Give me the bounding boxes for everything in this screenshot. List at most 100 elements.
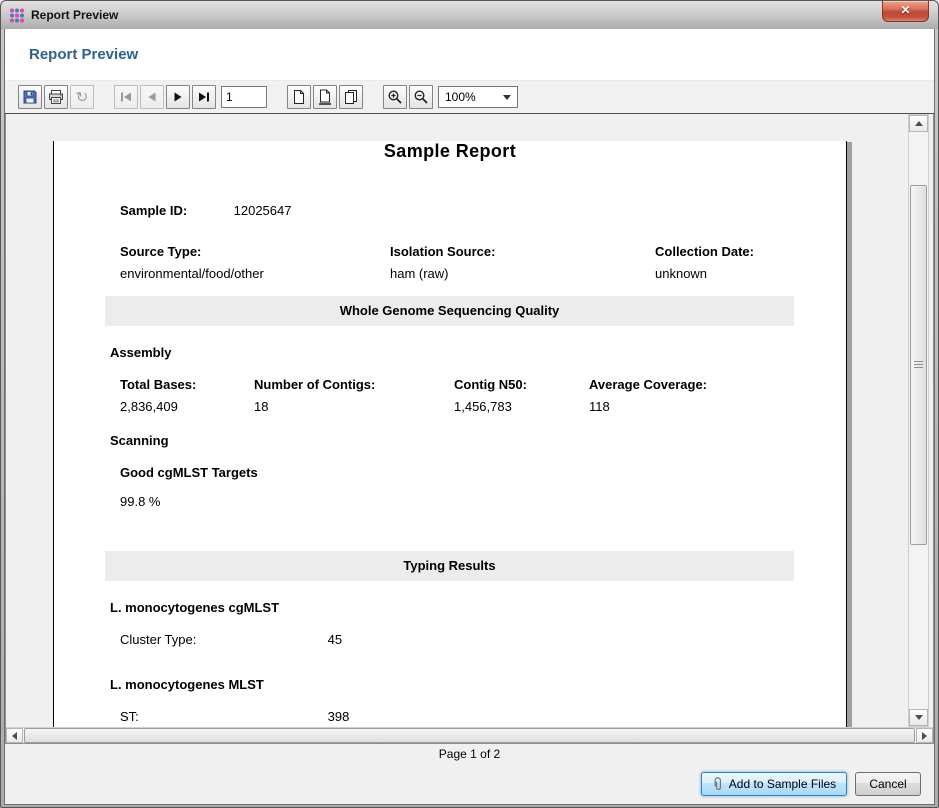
next-page-button[interactable]	[166, 85, 190, 109]
first-page-button[interactable]	[114, 85, 138, 109]
total-bases-value: 2,836,409	[120, 399, 178, 414]
header: Report Preview	[5, 29, 934, 81]
average-coverage-value: 118	[589, 399, 610, 414]
arrow-left-icon	[12, 732, 17, 740]
number-of-contigs-field: Number of Contigs: 18	[254, 377, 454, 414]
source-type-label: Source Type:	[120, 244, 390, 259]
wgs-section-header: Whole Genome Sequencing Quality	[105, 296, 794, 326]
paperclip-icon	[712, 777, 724, 792]
scroll-left-button[interactable]	[6, 728, 23, 743]
typing-section-header: Typing Results	[105, 551, 794, 581]
cgmlst-group-heading: L. monocytogenes cgMLST	[110, 600, 846, 615]
assembly-heading: Assembly	[110, 345, 846, 360]
scrollbar-grip-icon	[914, 361, 923, 369]
assembly-metrics-row: Total Bases: 2,836,409 Number of Contigs…	[120, 377, 846, 414]
fit-width-view-button[interactable]	[313, 85, 337, 109]
zoom-out-icon	[413, 89, 429, 105]
average-coverage-label: Average Coverage:	[589, 377, 707, 392]
average-coverage-field: Average Coverage: 118	[589, 377, 707, 414]
arrow-right-icon	[922, 732, 927, 740]
chevron-down-icon	[503, 95, 511, 100]
contig-n50-field: Contig N50: 1,456,783	[454, 377, 589, 414]
page-number-input[interactable]	[221, 86, 267, 108]
contig-n50-value: 1,456,783	[454, 399, 512, 414]
last-page-button[interactable]	[192, 85, 216, 109]
scroll-down-button[interactable]	[909, 709, 928, 726]
number-of-contigs-label: Number of Contigs:	[254, 377, 454, 392]
print-button[interactable]	[44, 85, 68, 109]
sample-id-value: 12025647	[234, 203, 292, 218]
zoom-in-icon	[387, 89, 403, 105]
isolation-source-field: Isolation Source: ham (raw)	[390, 244, 655, 281]
cluster-type-value: 45	[328, 632, 342, 647]
print-icon	[48, 89, 64, 105]
last-page-icon	[196, 89, 212, 105]
cluster-type-label: Cluster Type:	[120, 632, 324, 647]
previous-page-icon	[144, 89, 160, 105]
zoom-out-button[interactable]	[409, 85, 433, 109]
horizontal-scrollbar[interactable]	[6, 727, 933, 743]
toolbar: ↻	[5, 81, 934, 114]
previous-page-button[interactable]	[140, 85, 164, 109]
page-title: Report Preview	[29, 46, 138, 63]
multi-page-icon	[343, 89, 359, 105]
save-button[interactable]	[18, 85, 42, 109]
zoom-level-value: 100%	[445, 90, 476, 104]
status-bar: Page 1 of 2	[5, 744, 934, 764]
report-page: Sample Report Sample ID: 12025647 Source…	[53, 141, 847, 727]
title-bar[interactable]: Report Preview ✕	[1, 1, 938, 29]
collection-date-field: Collection Date: unknown	[655, 244, 754, 281]
scroll-up-button[interactable]	[909, 115, 928, 132]
page-viewport: Sample Report Sample ID: 12025647 Source…	[6, 114, 905, 727]
total-bases-field: Total Bases: 2,836,409	[120, 377, 254, 414]
single-page-icon	[291, 89, 307, 105]
add-to-sample-files-label: Add to Sample Files	[729, 777, 836, 791]
multi-page-view-button[interactable]	[339, 85, 363, 109]
st-row: ST: 398	[120, 709, 846, 724]
isolation-source-value: ham (raw)	[390, 266, 449, 281]
app-icon	[9, 7, 25, 23]
vertical-scrollbar-thumb[interactable]	[910, 185, 927, 545]
footer: Add to Sample Files Cancel	[5, 764, 934, 804]
arrow-up-icon	[915, 121, 923, 126]
number-of-contigs-value: 18	[254, 399, 268, 414]
scanning-heading: Scanning	[110, 433, 846, 448]
total-bases-label: Total Bases:	[120, 377, 254, 392]
fit-width-icon	[317, 89, 333, 105]
cluster-type-row: Cluster Type: 45	[120, 632, 846, 647]
st-label: ST:	[120, 709, 324, 724]
horizontal-scrollbar-thumb[interactable]	[24, 728, 915, 743]
source-type-value: environmental/food/other	[120, 266, 264, 281]
refresh-icon: ↻	[74, 89, 89, 106]
next-page-icon	[170, 89, 186, 105]
cancel-button[interactable]: Cancel	[855, 772, 921, 796]
report-preview-pane: Sample Report Sample ID: 12025647 Source…	[5, 114, 934, 744]
sample-id-label: Sample ID:	[120, 203, 230, 218]
good-cgmlst-targets-label: Good cgMLST Targets	[120, 465, 846, 480]
add-to-sample-files-button[interactable]: Add to Sample Files	[701, 772, 847, 796]
close-icon: ✕	[900, 3, 910, 17]
contig-n50-label: Contig N50:	[454, 377, 589, 392]
report-title: Sample Report	[54, 141, 846, 162]
vertical-scrollbar[interactable]	[908, 114, 929, 727]
window-body: Report Preview	[5, 29, 934, 804]
save-icon	[22, 89, 38, 105]
cancel-label: Cancel	[869, 777, 906, 791]
zoom-level-dropdown[interactable]: 100%	[438, 86, 518, 108]
zoom-in-button[interactable]	[383, 85, 407, 109]
report-preview-window: Report Preview ✕ Report Preview	[0, 0, 939, 808]
collection-date-label: Collection Date:	[655, 244, 754, 259]
sample-info-row: Source Type: environmental/food/other Is…	[54, 244, 846, 281]
first-page-icon	[118, 89, 134, 105]
mlst-group-heading: L. monocytogenes MLST	[110, 677, 846, 692]
source-type-field: Source Type: environmental/food/other	[120, 244, 390, 281]
scroll-right-button[interactable]	[916, 728, 933, 743]
close-button[interactable]: ✕	[882, 1, 929, 22]
single-page-view-button[interactable]	[287, 85, 311, 109]
sample-id-row: Sample ID: 12025647	[120, 203, 846, 218]
window-title: Report Preview	[31, 8, 118, 22]
good-cgmlst-targets-value: 99.8 %	[120, 494, 846, 509]
isolation-source-label: Isolation Source:	[390, 244, 655, 259]
refresh-button[interactable]: ↻	[70, 85, 94, 109]
arrow-down-icon	[915, 715, 923, 720]
